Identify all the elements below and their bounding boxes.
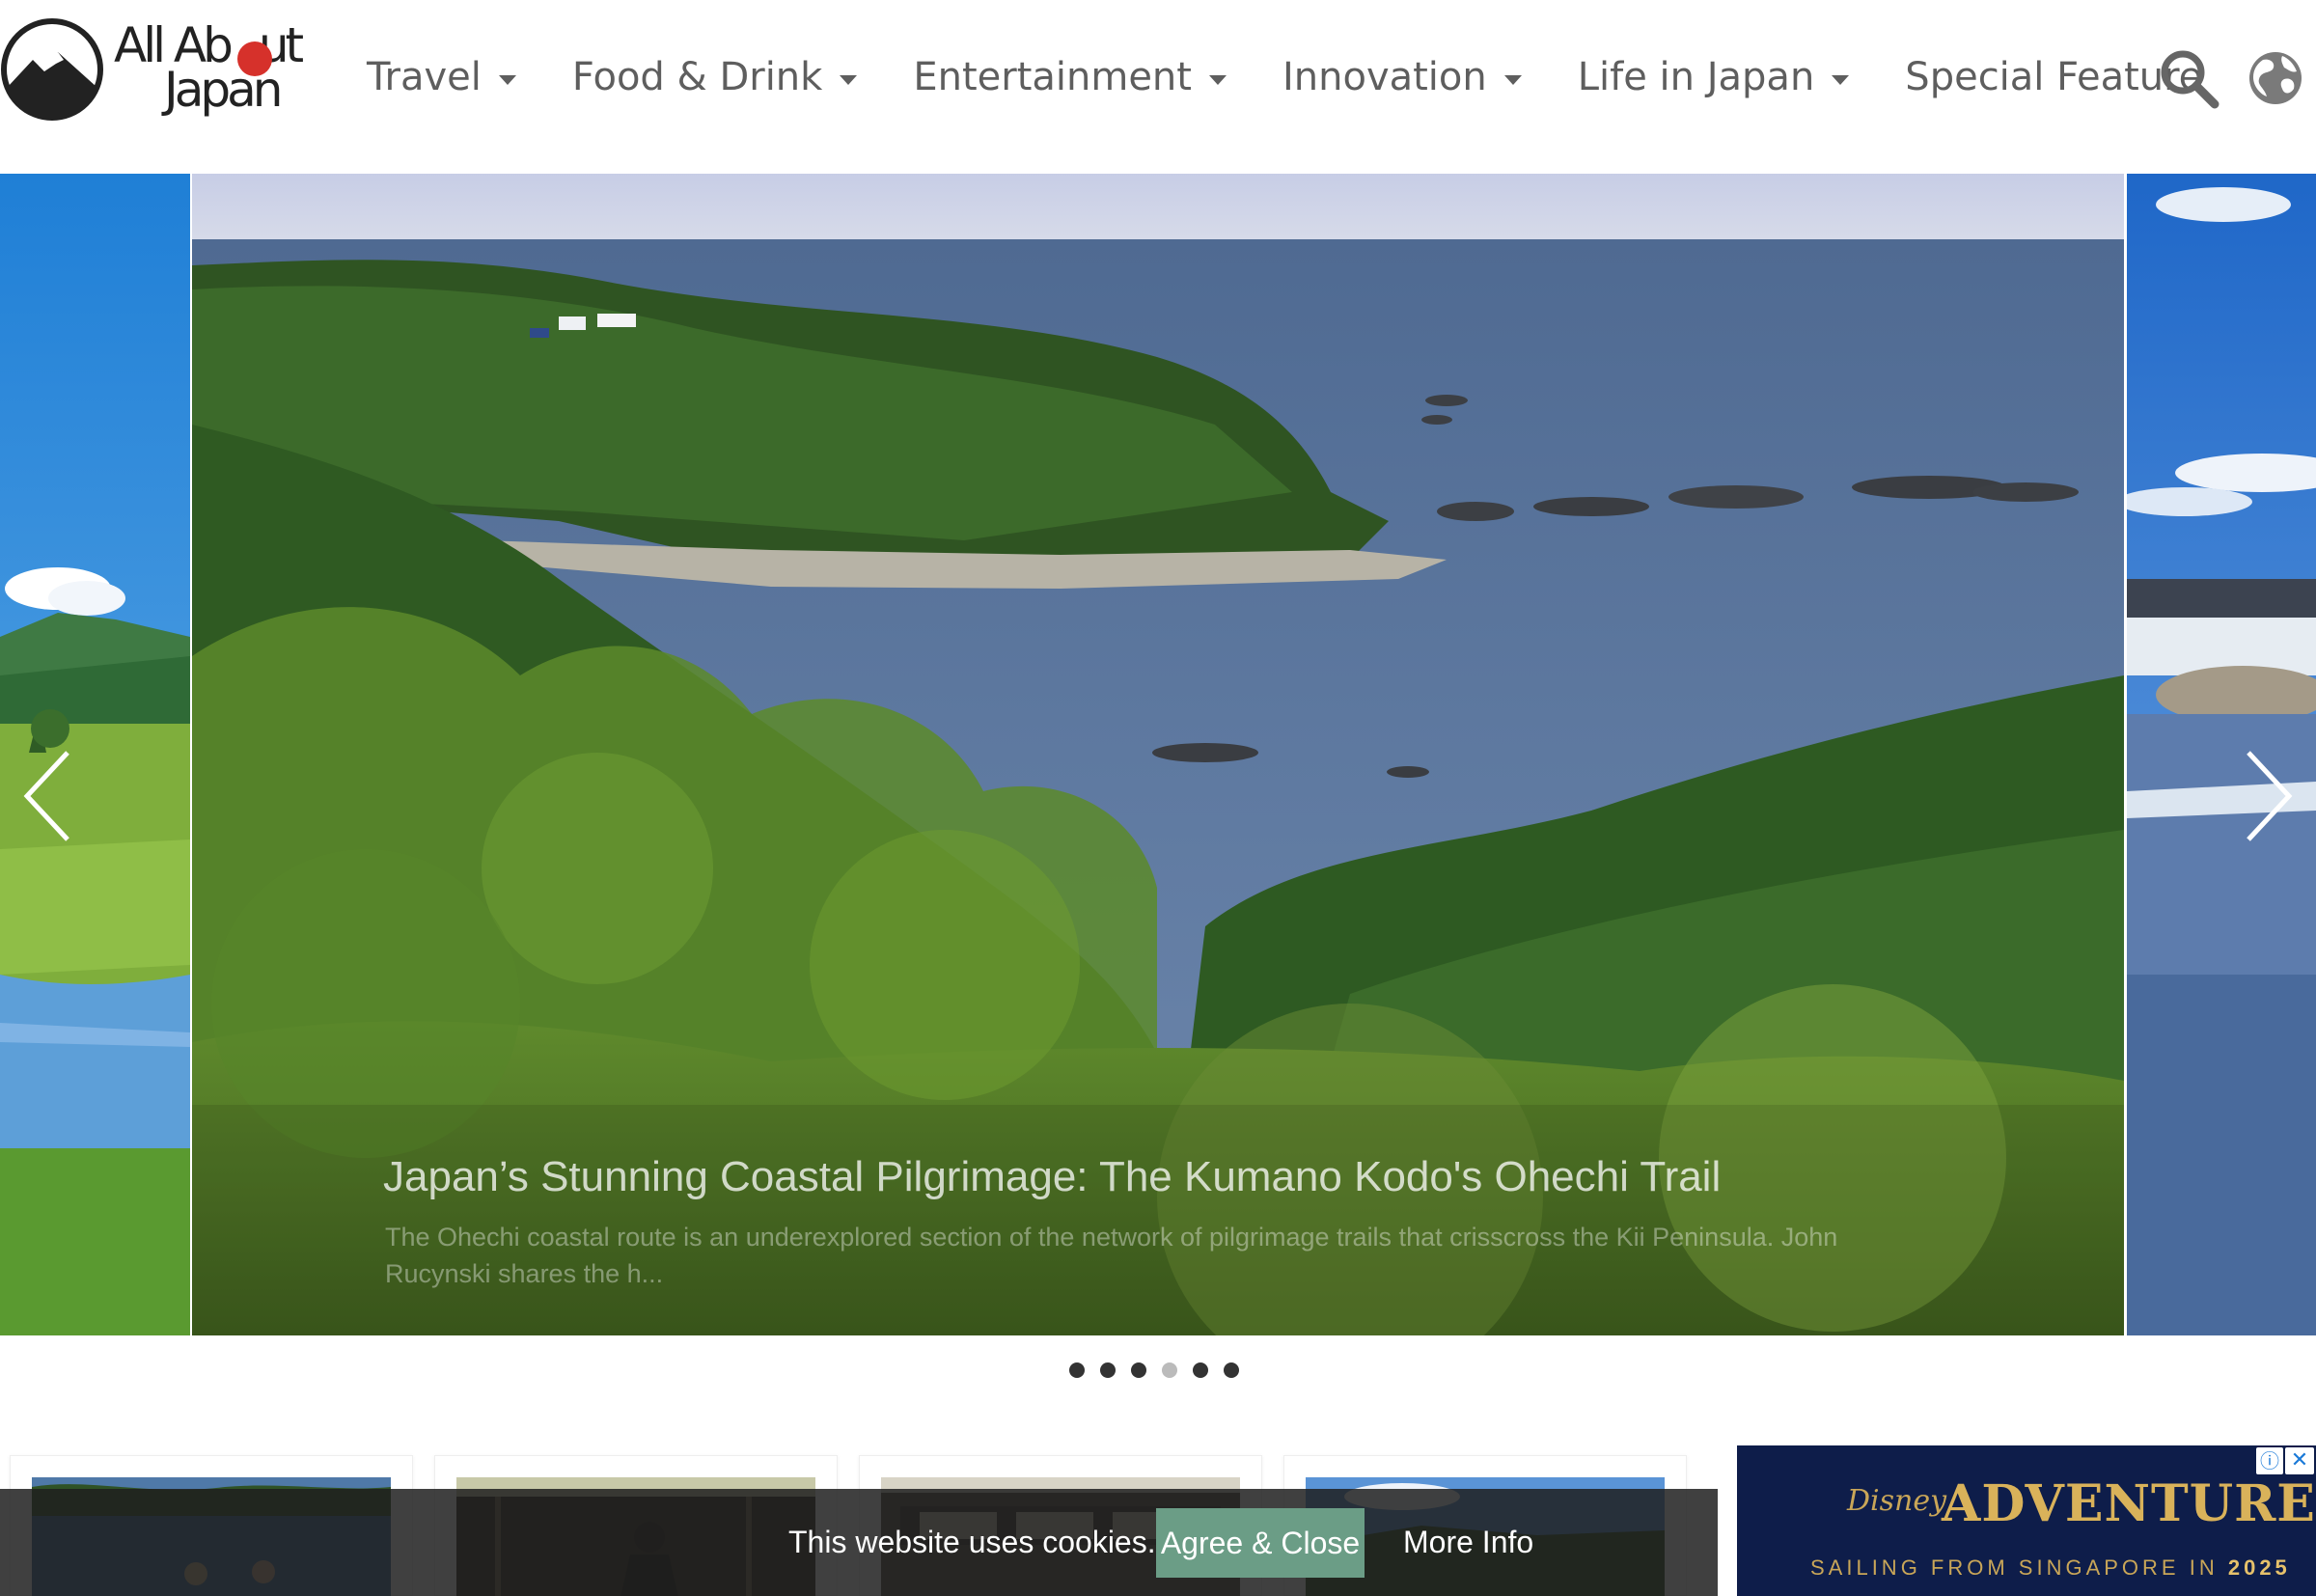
info-icon[interactable]: ⓘ [2256,1447,2283,1474]
nav-innovation[interactable]: Innovation [1282,55,1522,99]
nav-travel[interactable]: Travel [367,55,516,99]
hero-excerpt: The Ohechi coastal route is an underexpl… [385,1223,1838,1288]
search-icon[interactable] [2157,46,2220,110]
site-header: All Ab ut Japan Travel Food & Drink Enter… [0,0,2316,174]
slider-dot-active[interactable] [1162,1362,1177,1378]
hero-title[interactable]: Japan’s Stunning Coastal Pilgrimage: The… [383,1153,1721,1201]
nav-entertainment[interactable]: Entertainment [913,55,1227,99]
hero-slide-active[interactable]: Japan’s Stunning Coastal Pilgrimage: The… [192,174,2124,1335]
more-info-link[interactable]: More Info [1403,1525,1533,1560]
site-logo[interactable]: All Ab ut Japan [0,17,333,124]
globe-icon[interactable] [2244,46,2307,110]
ad-subtitle: SAILING FROM SINGAPORE IN 2025 [1810,1555,2291,1580]
caret-down-icon [1832,75,1850,85]
cookie-message: This website uses cookies. [788,1525,1156,1559]
caret-down-icon [840,75,858,85]
close-icon[interactable]: ✕ [2285,1447,2314,1474]
logo-text-line2: Japan [164,62,283,118]
hero-caption[interactable]: Japan’s Stunning Coastal Pilgrimage: The… [192,1105,2124,1335]
slider-prev-button[interactable] [14,743,81,849]
slider-dot[interactable] [1193,1362,1208,1378]
main-nav: Travel Food & Drink Entertainment Innova… [367,43,2258,111]
caret-down-icon [1208,75,1227,85]
mountain-logo-icon [1,18,103,121]
ad-title: ADVENTURE [1942,1474,2316,1533]
nav-life-in-japan[interactable]: Life in Japan [1578,55,1850,99]
slider-pagination [1069,1362,1254,1378]
slider-dot[interactable] [1224,1362,1239,1378]
ad-brand: Disney [1847,1484,1947,1518]
hero-slider: Japan’s Stunning Coastal Pilgrimage: The… [0,174,2316,1378]
cookie-banner: This website uses cookies. Agree & Close… [0,1489,1718,1596]
slider-dot[interactable] [1100,1362,1116,1378]
caret-down-icon [1503,75,1522,85]
agree-close-button[interactable]: Agree & Close [1156,1508,1365,1578]
nav-food-drink[interactable]: Food & Drink [572,55,858,99]
slider-next-button[interactable] [2235,743,2302,849]
slider-dot[interactable] [1131,1362,1146,1378]
advertisement[interactable]: Disney ADVENTURE SAILING FROM SINGAPORE … [1737,1445,2316,1596]
header-tools [2157,46,2316,110]
slider-dot[interactable] [1069,1362,1085,1378]
caret-down-icon [498,75,516,85]
